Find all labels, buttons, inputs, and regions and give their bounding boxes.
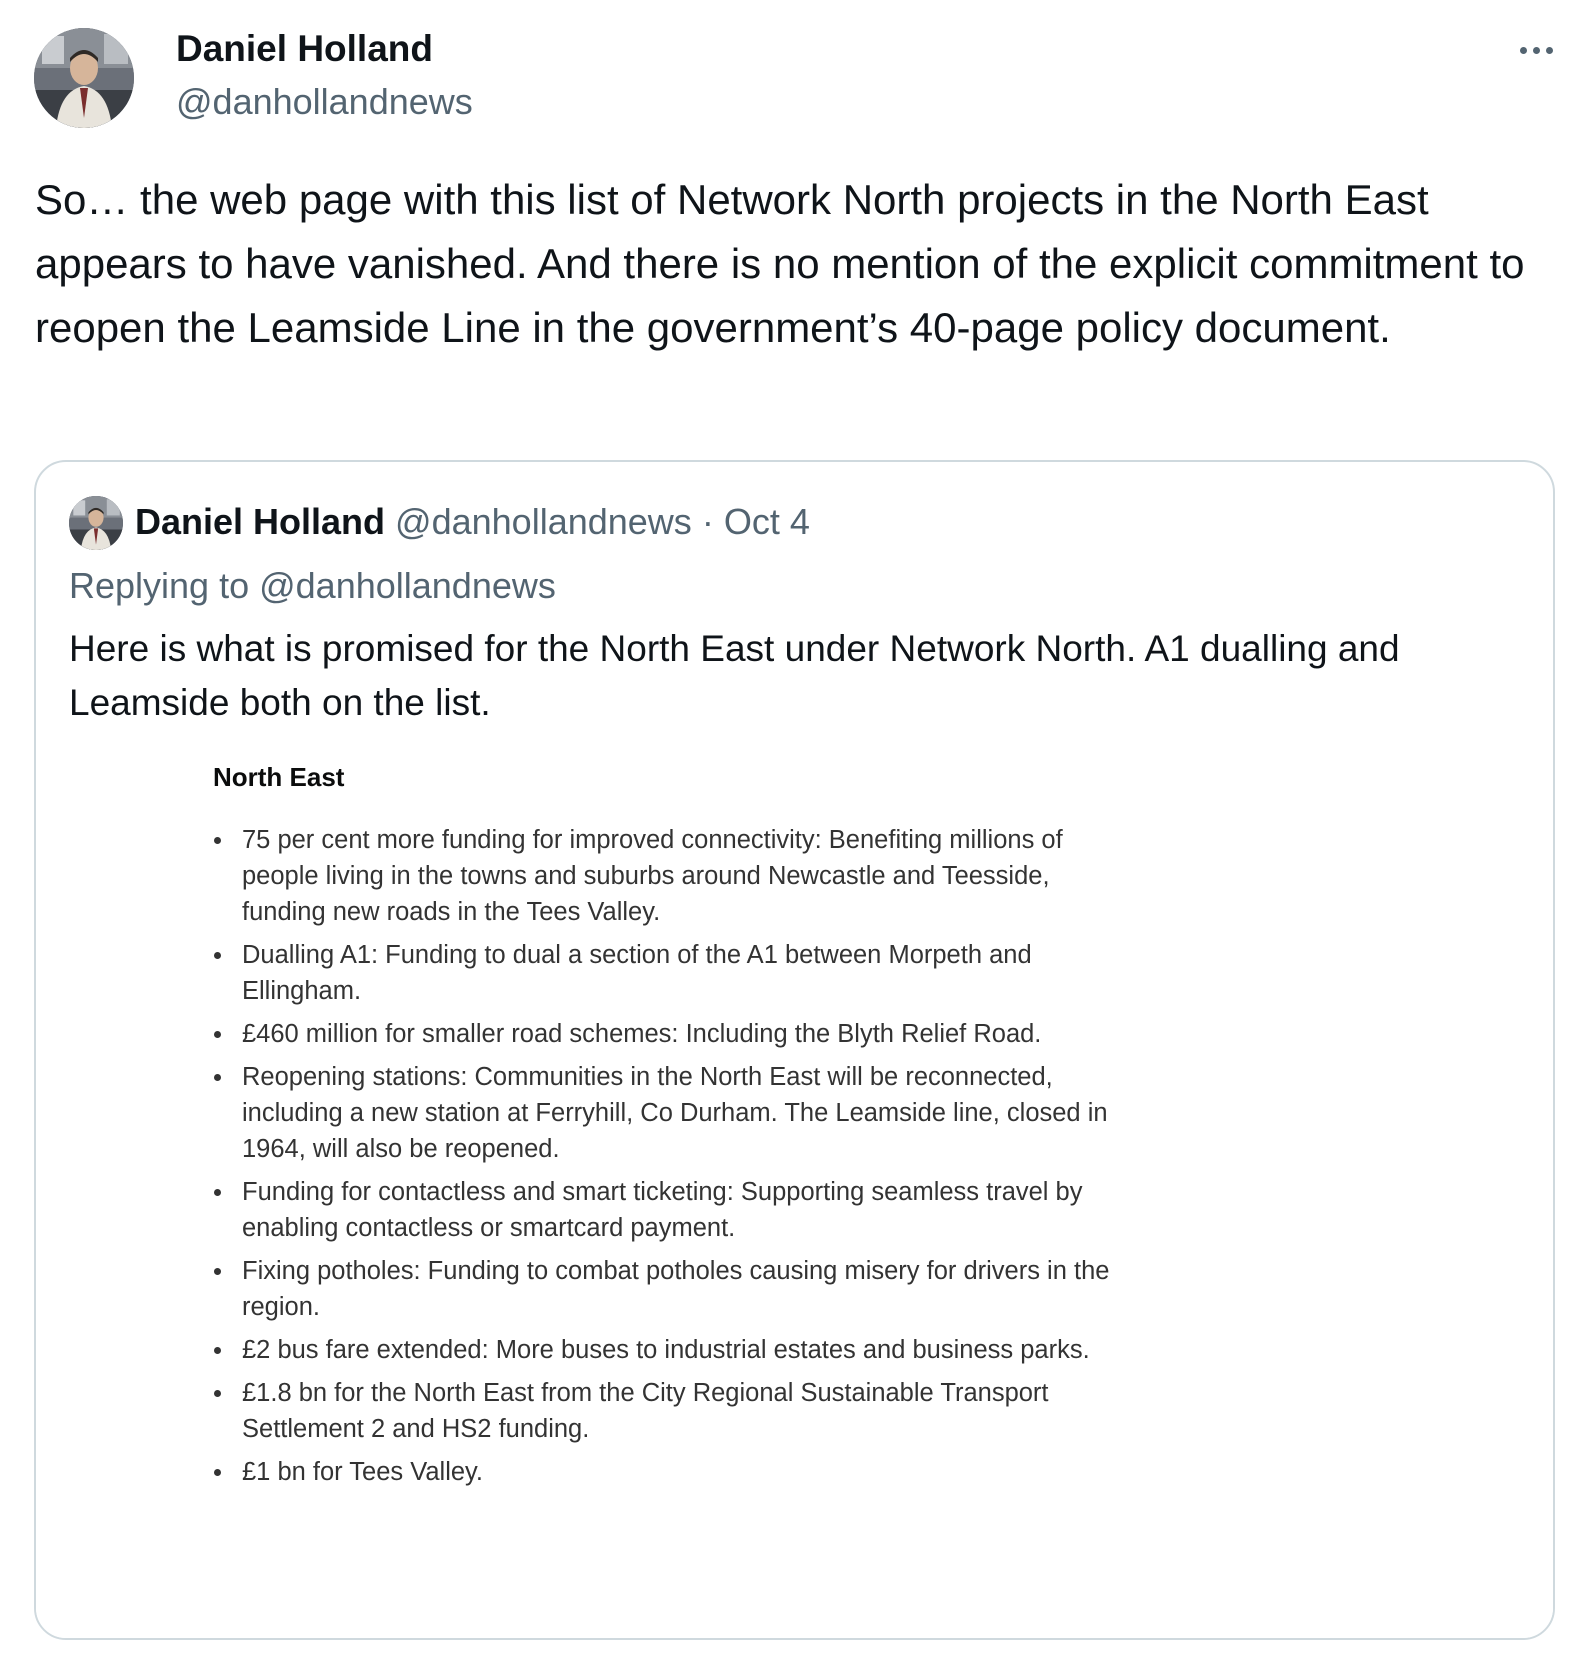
list-item-text: £460 million for smaller road schemes: I… [242,1020,1042,1048]
list-item-text: Fixing potholes: Funding to combat potho… [242,1257,1110,1321]
quoted-date[interactable]: Oct 4 [724,501,810,542]
tweet-text: So… the web page with this list of Netwo… [35,176,1525,351]
list-item: Reopening stations: Communities in the N… [213,1059,1113,1167]
list-item: 75 per cent more funding for improved co… [213,822,1113,930]
image-bullet-list: 75 per cent more funding for improved co… [213,822,1113,1497]
bullet-icon [214,1074,221,1081]
quoted-tweet-card[interactable]: Daniel Holland @danhollandnews · Oct 4 R… [34,460,1555,1640]
replying-mention[interactable]: @danhollandnews [259,565,556,606]
list-item-text: Reopening stations: Communities in the N… [242,1063,1108,1163]
bullet-icon [214,1347,221,1354]
quoted-avatar-photo [69,496,123,550]
author-display-name[interactable]: Daniel Holland [176,26,433,72]
list-item: £460 million for smaller road schemes: I… [213,1016,1113,1052]
bullet-icon [214,1031,221,1038]
more-horizontal-icon [1519,46,1553,54]
quoted-separator: · [701,501,714,542]
tweet: Daniel Holland @danhollandnews So… the w… [0,0,1593,1659]
more-options-button[interactable] [1508,30,1564,70]
quoted-avatar [69,496,123,550]
list-item-text: Funding for contactless and smart ticket… [242,1178,1083,1242]
bullet-icon [214,1469,221,1476]
bullet-icon [214,1189,221,1196]
quoted-handle[interactable]: @danhollandnews [395,501,692,542]
quoted-replying-to: Replying to @danhollandnews [69,562,556,610]
list-item-text: 75 per cent more funding for improved co… [242,826,1063,926]
bullet-icon [214,952,221,959]
bullet-icon [214,1390,221,1397]
list-item-text: £2 bus fare extended: More buses to indu… [242,1336,1090,1364]
quoted-tweet-text: Here is what is promised for the North E… [69,628,1400,723]
bullet-icon [214,1268,221,1275]
list-item: Funding for contactless and smart ticket… [213,1174,1113,1246]
list-item-text: £1.8 bn for the North East from the City… [242,1379,1049,1443]
quoted-attached-image[interactable]: North East 75 per cent more funding for … [36,730,1553,1638]
list-item-text: £1 bn for Tees Valley. [242,1458,483,1486]
author-handle[interactable]: @danhollandnews [176,80,473,124]
quoted-display-name[interactable]: Daniel Holland [135,501,385,542]
list-item: £2 bus fare extended: More buses to indu… [213,1332,1113,1368]
list-item: £1 bn for Tees Valley. [213,1454,1113,1490]
list-item: £1.8 bn for the North East from the City… [213,1375,1113,1447]
avatar-photo [34,28,134,128]
list-item: Dualling A1: Funding to dual a section o… [213,937,1113,1009]
quoted-header: Daniel Holland @danhollandnews · Oct 4 [135,498,810,546]
avatar[interactable] [34,28,134,128]
list-item: Fixing potholes: Funding to combat potho… [213,1253,1113,1325]
image-heading: North East [213,762,345,792]
bullet-icon [214,837,221,844]
replying-prefix: Replying to [69,565,260,606]
list-item-text: Dualling A1: Funding to dual a section o… [242,941,1032,1005]
